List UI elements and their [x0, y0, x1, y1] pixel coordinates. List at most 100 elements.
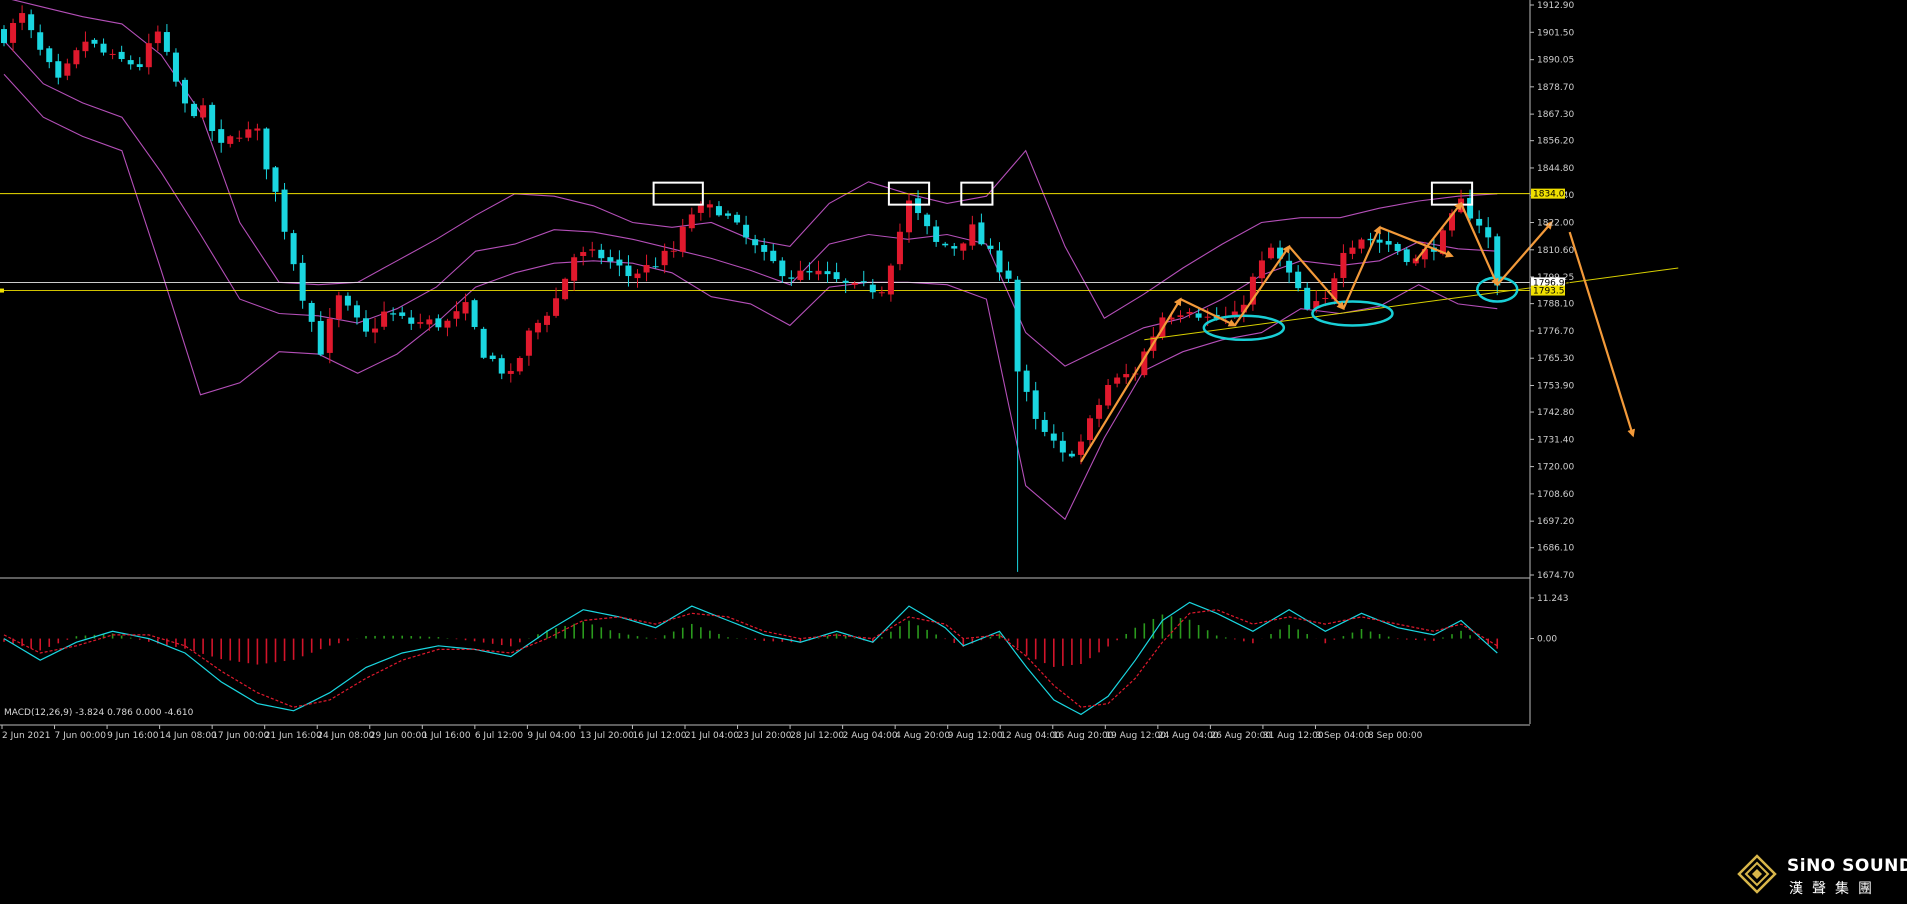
- candle-body: [761, 245, 768, 252]
- candle-body: [46, 48, 53, 63]
- time-tick-label: 17 Jun 00:00: [212, 731, 269, 741]
- candle-body: [163, 32, 170, 52]
- candle-body: [869, 284, 876, 293]
- candle-body: [679, 226, 686, 252]
- candle-body: [824, 271, 831, 275]
- candle-body: [1367, 238, 1374, 241]
- candle-body: [544, 315, 550, 325]
- candle-body: [344, 295, 351, 306]
- candle-body: [417, 322, 424, 324]
- candle-body: [851, 282, 858, 285]
- price-tick-label: 1856.20: [1537, 137, 1574, 147]
- candle-body: [842, 280, 849, 283]
- price-tags: 1834.071796.961793.57: [1531, 188, 1570, 297]
- price-tick-label: 1878.70: [1537, 83, 1574, 93]
- time-tick-label: 24 Jun 08:00: [317, 731, 374, 741]
- candle-body: [462, 302, 469, 314]
- candle-body: [1439, 230, 1446, 254]
- candle-body: [996, 250, 1003, 273]
- candle-body: [1268, 247, 1274, 259]
- candle-body: [281, 189, 288, 232]
- candlesticks: [1, 5, 1501, 572]
- candle-body: [860, 281, 867, 283]
- candle-body: [878, 292, 885, 294]
- candle-body: [435, 318, 442, 328]
- candle-body: [172, 52, 179, 82]
- trendline-0: [1144, 267, 1679, 341]
- candle-body: [770, 250, 777, 262]
- macd-signal-line: [3, 609, 1498, 708]
- time-tick-label: 23 Jul 20:00: [738, 731, 792, 741]
- projection-arrow-9: [1568, 231, 1636, 438]
- time-tick-label: 14 Jun 08:00: [160, 731, 217, 741]
- price-tag-label-0: 1834.07: [1533, 190, 1570, 200]
- candle-body: [1041, 419, 1048, 432]
- candle-body: [924, 214, 931, 227]
- candle-body: [209, 104, 216, 132]
- candle-body: [372, 328, 379, 333]
- candle-body: [697, 205, 704, 213]
- candle-body: [571, 257, 578, 281]
- price-tick-label: 1720.00: [1537, 463, 1574, 473]
- price-tick-label: 1867.30: [1537, 110, 1574, 120]
- candle-body: [1123, 374, 1130, 378]
- candle-body: [688, 214, 695, 229]
- candle-body: [426, 319, 433, 325]
- bollinger-middle-line: [3, 40, 1498, 367]
- candle-body: [254, 128, 261, 131]
- time-tick-label: 16 Jul 12:00: [632, 731, 686, 741]
- price-tick-label: 1901.50: [1537, 28, 1574, 38]
- candle-body: [1204, 316, 1211, 318]
- candle-body: [118, 51, 125, 60]
- macd-indicator-label: MACD(12,26,9) -3.824 0.786 0.000 -4.610: [4, 708, 194, 718]
- candle-body: [1403, 249, 1410, 262]
- candle-body: [444, 320, 451, 328]
- projection-arrow-6: [1414, 201, 1463, 262]
- candle-body: [896, 231, 903, 265]
- candle-body: [1385, 241, 1392, 245]
- candle-body: [1485, 227, 1492, 238]
- candle-body: [706, 204, 713, 208]
- candle-body: [272, 167, 279, 192]
- candle-body: [815, 270, 822, 275]
- time-tick-label: 2 Jun 2021: [2, 731, 50, 741]
- price-tick-label: 1697.20: [1537, 517, 1574, 527]
- candle-body: [1059, 440, 1066, 453]
- candle-body: [363, 318, 369, 332]
- candle-body: [516, 358, 523, 372]
- time-tick-label: 7 Jun 00:00: [55, 731, 107, 741]
- candle-body: [1177, 315, 1184, 317]
- candle-body: [82, 41, 89, 52]
- price-axis: 1912.90 1901.50 1890.05 1878.70 1867.30 1856.…: [0, 0, 1574, 724]
- time-tick-label: 2 Aug 04:00: [843, 731, 898, 741]
- candle-body: [1050, 433, 1057, 441]
- candle-body: [308, 302, 315, 322]
- support-circle-1: [1311, 300, 1394, 327]
- candle-body: [1476, 218, 1483, 226]
- price-tick-label: 1686.10: [1537, 544, 1574, 554]
- candle-body: [381, 311, 388, 327]
- candle-body: [942, 243, 949, 246]
- candle-body: [607, 257, 614, 262]
- candle-body: [91, 39, 98, 44]
- candle-body: [634, 273, 641, 279]
- time-tick-label: 21 Jun 16:00: [265, 731, 322, 741]
- candle-body: [317, 320, 324, 355]
- candle-body: [489, 355, 496, 360]
- candle-body: [326, 318, 333, 353]
- level-marker: [0, 288, 4, 293]
- price-chart[interactable]: 1912.90 1901.50 1890.05 1878.70 1867.30 1856.…: [0, 0, 1907, 904]
- candle-body: [960, 243, 967, 251]
- candle-body: [218, 129, 225, 143]
- time-tick-label: 3 Sep 04:00: [1315, 731, 1370, 741]
- candle-body: [670, 250, 677, 252]
- candle-body: [1358, 239, 1365, 249]
- price-tick-label: 1742.80: [1537, 408, 1574, 418]
- candle-body: [1304, 287, 1311, 310]
- candle-body: [1114, 377, 1121, 384]
- candle-body: [453, 311, 460, 319]
- time-tick-label: 8 Sep 00:00: [1368, 731, 1423, 741]
- candle-body: [408, 317, 415, 324]
- macd-panel: 11.243 0.00: [0, 594, 1569, 726]
- candle-body: [1340, 252, 1347, 278]
